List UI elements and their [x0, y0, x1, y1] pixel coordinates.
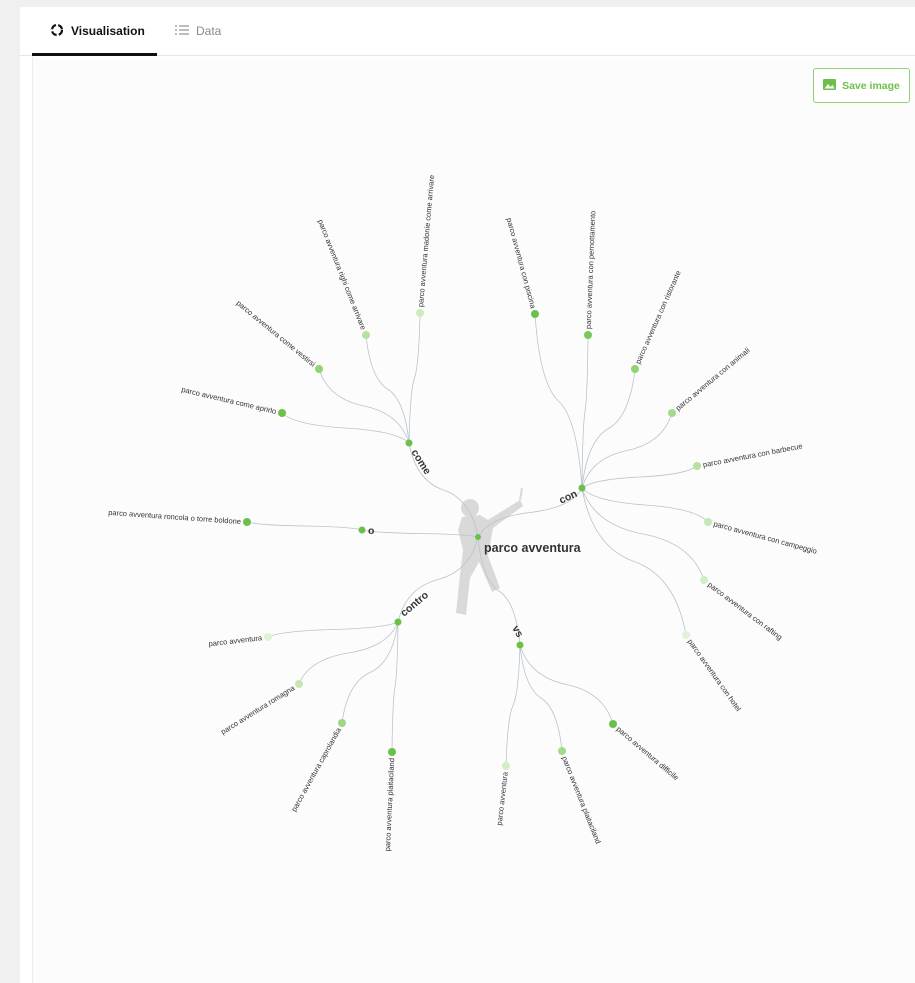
list-icon: [175, 24, 189, 39]
tab-visualisation-label: Visualisation: [71, 24, 145, 38]
circle-progress-icon: [50, 23, 64, 40]
tab-data-label: Data: [196, 24, 222, 38]
image-icon: [823, 78, 837, 93]
save-image-label: Save image: [842, 79, 900, 92]
save-image-button[interactable]: Save image: [813, 68, 910, 103]
tab-data[interactable]: Data: [157, 7, 239, 55]
visualisation-canvas: Save image: [32, 57, 915, 983]
tab-visualisation[interactable]: Visualisation: [32, 7, 157, 56]
tab-bar: Visualisation Data: [20, 7, 915, 56]
main-panel: Visualisation Data Save image: [20, 7, 915, 983]
